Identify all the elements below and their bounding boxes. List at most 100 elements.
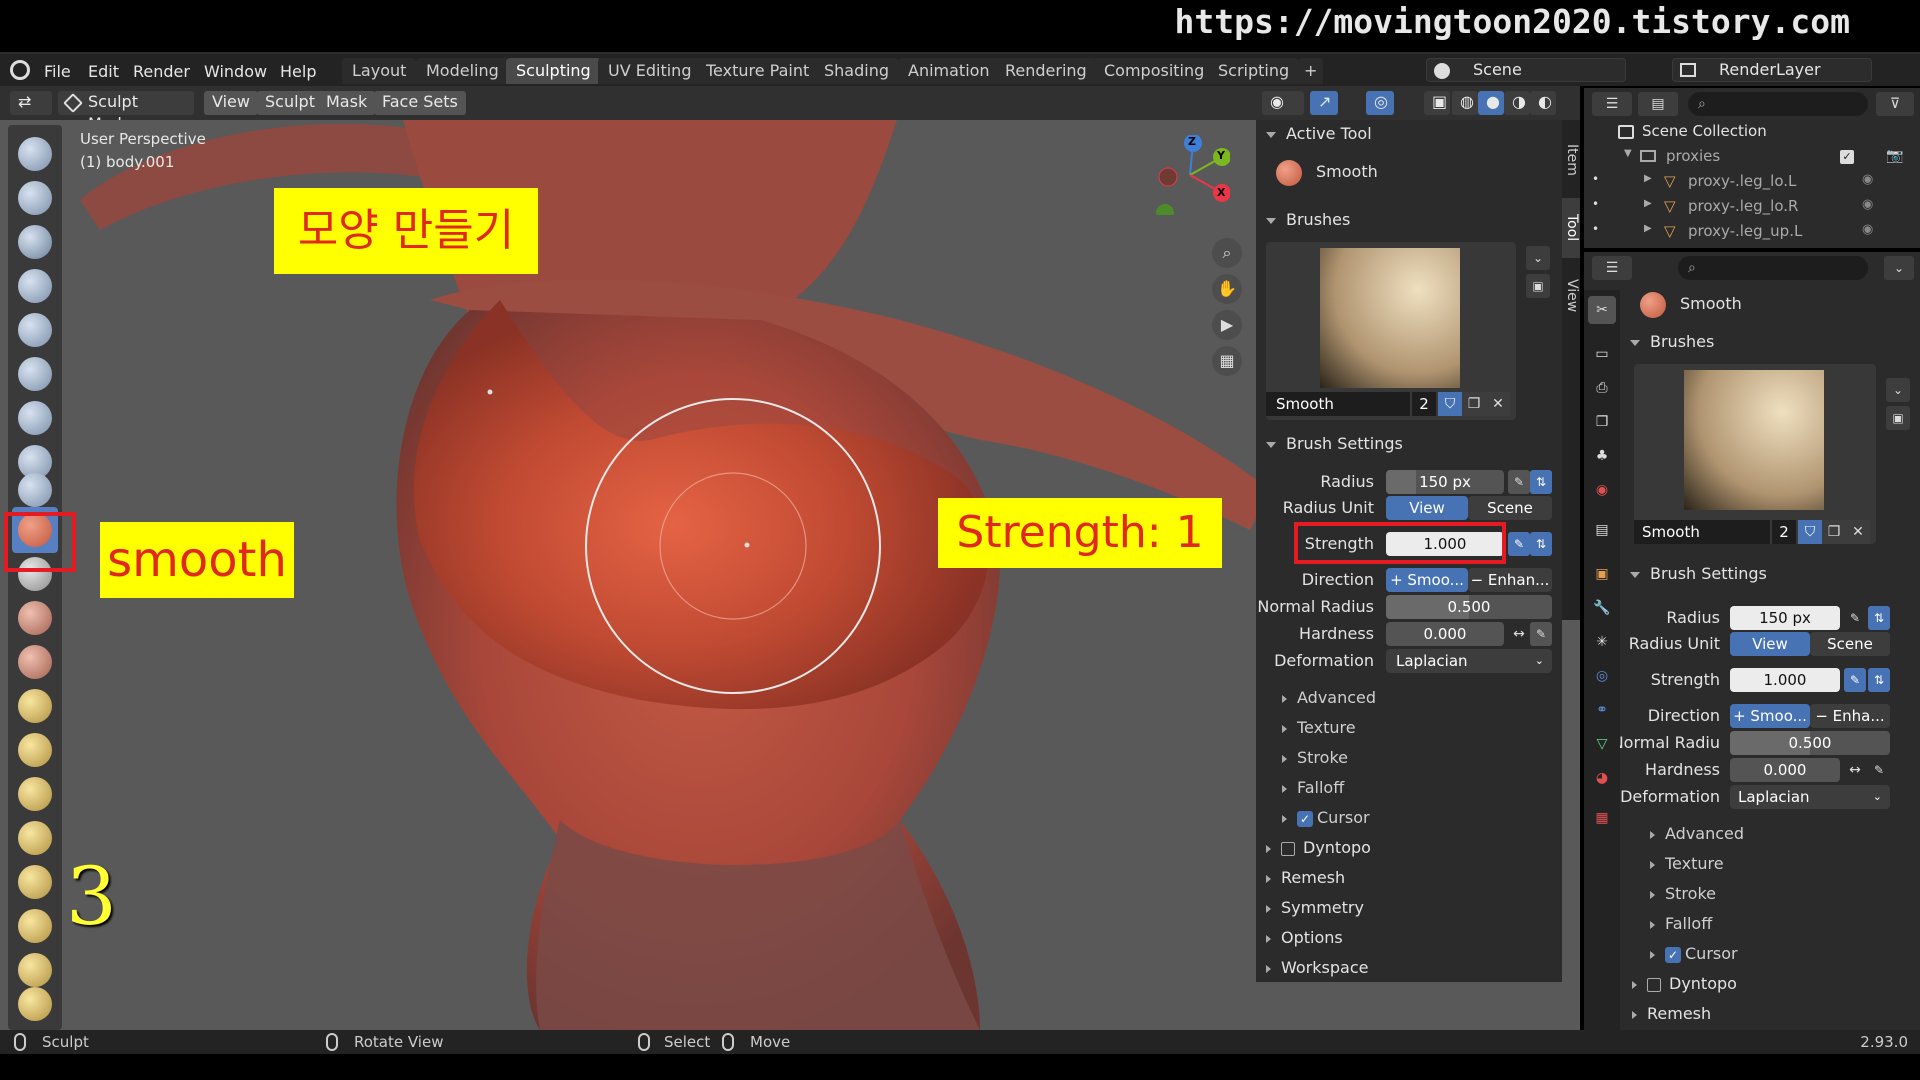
elastic-deform-brush-icon[interactable] xyxy=(18,821,52,855)
menu-window[interactable]: Window xyxy=(204,62,267,81)
panel-workspace[interactable]: Workspace xyxy=(1281,958,1368,977)
brushes-header[interactable]: Brushes xyxy=(1286,210,1350,229)
outliner-display-mode-icon[interactable]: ▤ xyxy=(1638,92,1678,116)
clay-brush-icon[interactable] xyxy=(18,225,52,259)
scene-tab-icon[interactable]: ♣ xyxy=(1588,442,1616,470)
radius-field[interactable]: 150 px xyxy=(1386,470,1504,494)
props-panel-dyntopo[interactable]: Dyntopo xyxy=(1669,974,1737,993)
visibility-eye-icon[interactable]: ◉ xyxy=(1862,222,1873,237)
panel-dyntopo[interactable]: Dyntopo xyxy=(1303,838,1371,857)
xray-toggle-icon[interactable]: ▣ xyxy=(1424,91,1450,115)
world-tab-icon[interactable]: ◉ xyxy=(1588,476,1616,504)
texture-tab-icon[interactable]: ▦ xyxy=(1588,804,1616,832)
particles-tab-icon[interactable]: ✳ xyxy=(1588,628,1616,656)
deformation-select[interactable]: Laplacian ⌄ xyxy=(1386,649,1552,673)
tab-texture-paint[interactable]: Texture Paint xyxy=(696,58,820,84)
wireframe-shading-icon[interactable]: ◍ xyxy=(1452,91,1478,115)
draw-sharp-brush-icon[interactable] xyxy=(18,181,52,215)
brush-image-icon[interactable]: ▣ xyxy=(1526,274,1550,298)
hardness-field[interactable]: 0.000 xyxy=(1386,622,1504,646)
props-radius-pressure-icon[interactable]: ✎ xyxy=(1844,606,1866,630)
outliner-item-leg-lo-l[interactable]: proxy-.leg_lo.L xyxy=(1688,172,1796,190)
collection-checkbox[interactable]: ✓ xyxy=(1840,150,1854,164)
pinch-brush-icon[interactable] xyxy=(18,733,52,767)
tab-item[interactable]: Item xyxy=(1562,130,1580,190)
tab-tool[interactable]: Tool xyxy=(1562,198,1580,258)
radius-unit-scene[interactable]: Scene xyxy=(1468,496,1552,520)
blender-logo-icon[interactable] xyxy=(10,60,30,80)
snake-hook-brush-icon[interactable] xyxy=(18,865,52,899)
props-dyntopo-checkbox[interactable] xyxy=(1647,977,1661,992)
scene-selector[interactable]: Scene xyxy=(1426,58,1626,82)
props-radius-unit-scene[interactable]: Scene xyxy=(1810,632,1890,656)
props-radius-field[interactable]: 150 px xyxy=(1730,606,1840,630)
strength-pressure-icon[interactable]: ✎ xyxy=(1508,532,1530,556)
props-brush-image-icon[interactable]: ▣ xyxy=(1886,406,1910,430)
tab-animation[interactable]: Animation xyxy=(898,58,1000,84)
props-duplicate-brush-icon[interactable]: ❐ xyxy=(1822,520,1846,544)
gizmo-toggle-icon[interactable]: ↗ xyxy=(1310,91,1338,115)
cursor-checkbox[interactable]: ✓ xyxy=(1297,810,1313,827)
props-brush-settings-header[interactable]: Brush Settings xyxy=(1650,564,1767,583)
outliner-item-leg-lo-r[interactable]: proxy-.leg_lo.R xyxy=(1688,197,1798,215)
draw-brush-icon[interactable] xyxy=(18,137,52,171)
radius-lock-icon[interactable]: ⇅ xyxy=(1530,470,1552,494)
props-normal-radius-field[interactable]: 0.500 xyxy=(1730,731,1890,755)
menu-help[interactable]: Help xyxy=(280,62,316,81)
multiplane-scrape-brush-icon[interactable] xyxy=(18,689,52,723)
solid-shading-icon[interactable]: ● xyxy=(1478,91,1504,115)
props-strength-pressure-icon[interactable]: ✎ xyxy=(1844,668,1866,692)
visibility-eye-icon[interactable]: ◉ xyxy=(1862,172,1873,187)
visibility-eye-icon[interactable]: ◉ xyxy=(1862,197,1873,212)
props-direction-smooth[interactable]: + Smoo... xyxy=(1730,704,1810,728)
menu-view[interactable]: View xyxy=(204,91,258,115)
brush-dropdown-icon[interactable]: ⌄ xyxy=(1526,246,1550,270)
tab-uv-editing[interactable]: UV Editing xyxy=(598,58,702,84)
subpanel-falloff[interactable]: Falloff xyxy=(1297,778,1344,797)
brush-name-field[interactable]: Smooth xyxy=(1266,392,1410,416)
hardness-pressure-icon[interactable]: ✎ xyxy=(1530,622,1552,646)
props-hardness-pressure-icon[interactable]: ✎ xyxy=(1868,758,1890,782)
rendered-shading-icon[interactable]: ◐ xyxy=(1530,91,1556,115)
dyntopo-checkbox[interactable] xyxy=(1281,841,1295,856)
brush-settings-header[interactable]: Brush Settings xyxy=(1286,434,1403,453)
thumb-brush-icon[interactable] xyxy=(18,909,52,943)
tool-tab-icon[interactable]: ✂ xyxy=(1588,296,1616,324)
strength-lock-icon[interactable]: ⇅ xyxy=(1530,532,1552,556)
clay-strips-brush-icon[interactable] xyxy=(18,269,52,303)
render-layer-selector[interactable]: RenderLayer xyxy=(1672,58,1872,82)
props-subpanel-cursor[interactable]: Cursor xyxy=(1685,944,1738,963)
direction-smooth[interactable]: + Smoo... xyxy=(1386,568,1468,592)
radius-unit-view[interactable]: View xyxy=(1386,496,1468,520)
props-brush-dropdown-icon[interactable]: ⌄ xyxy=(1886,378,1910,402)
render-tab-icon[interactable]: ▭ xyxy=(1588,340,1616,368)
tab-sculpting[interactable]: Sculpting xyxy=(506,58,601,84)
filter-icon[interactable]: ⊽ xyxy=(1876,92,1914,116)
tab-view[interactable]: View xyxy=(1562,266,1580,326)
inflate-brush-icon[interactable] xyxy=(18,401,52,435)
object-tab-icon[interactable]: ▣ xyxy=(1588,560,1616,588)
props-brush-preview[interactable] xyxy=(1634,364,1876,544)
props-brush-name-field[interactable]: Smooth xyxy=(1634,520,1770,544)
layer-brush-icon[interactable] xyxy=(18,357,52,391)
menu-edit[interactable]: Edit xyxy=(88,62,119,81)
props-radius-lock-icon[interactable]: ⇅ xyxy=(1868,606,1890,630)
outliner-editor-type-icon[interactable]: ☰ xyxy=(1592,92,1632,116)
navigation-gizmo[interactable]: Z Y X xyxy=(1150,134,1231,237)
menu-face-sets[interactable]: Face Sets xyxy=(374,91,466,115)
props-deformation-select[interactable]: Laplacian ⌄ xyxy=(1730,785,1890,809)
fake-user-shield-icon[interactable]: ⛉ xyxy=(1438,392,1462,416)
direction-enhance[interactable]: − Enhan... xyxy=(1468,568,1552,592)
fill-brush-icon[interactable] xyxy=(18,601,52,635)
tab-rendering[interactable]: Rendering xyxy=(995,58,1097,84)
props-hardness-field[interactable]: 0.000 xyxy=(1730,758,1840,782)
add-workspace-button[interactable]: + xyxy=(1298,58,1324,84)
pose-brush-icon[interactable] xyxy=(18,953,52,987)
hardness-invert-icon[interactable]: ↔ xyxy=(1508,622,1530,646)
panel-remesh[interactable]: Remesh xyxy=(1281,868,1345,887)
output-tab-icon[interactable]: ⎙ xyxy=(1588,374,1616,402)
view-object-types-icon[interactable]: ◉ xyxy=(1262,91,1304,115)
physics-tab-icon[interactable]: ◎ xyxy=(1588,662,1616,690)
zoom-icon[interactable]: ⌕ xyxy=(1212,238,1242,268)
pan-hand-icon[interactable]: ✋ xyxy=(1212,274,1242,304)
